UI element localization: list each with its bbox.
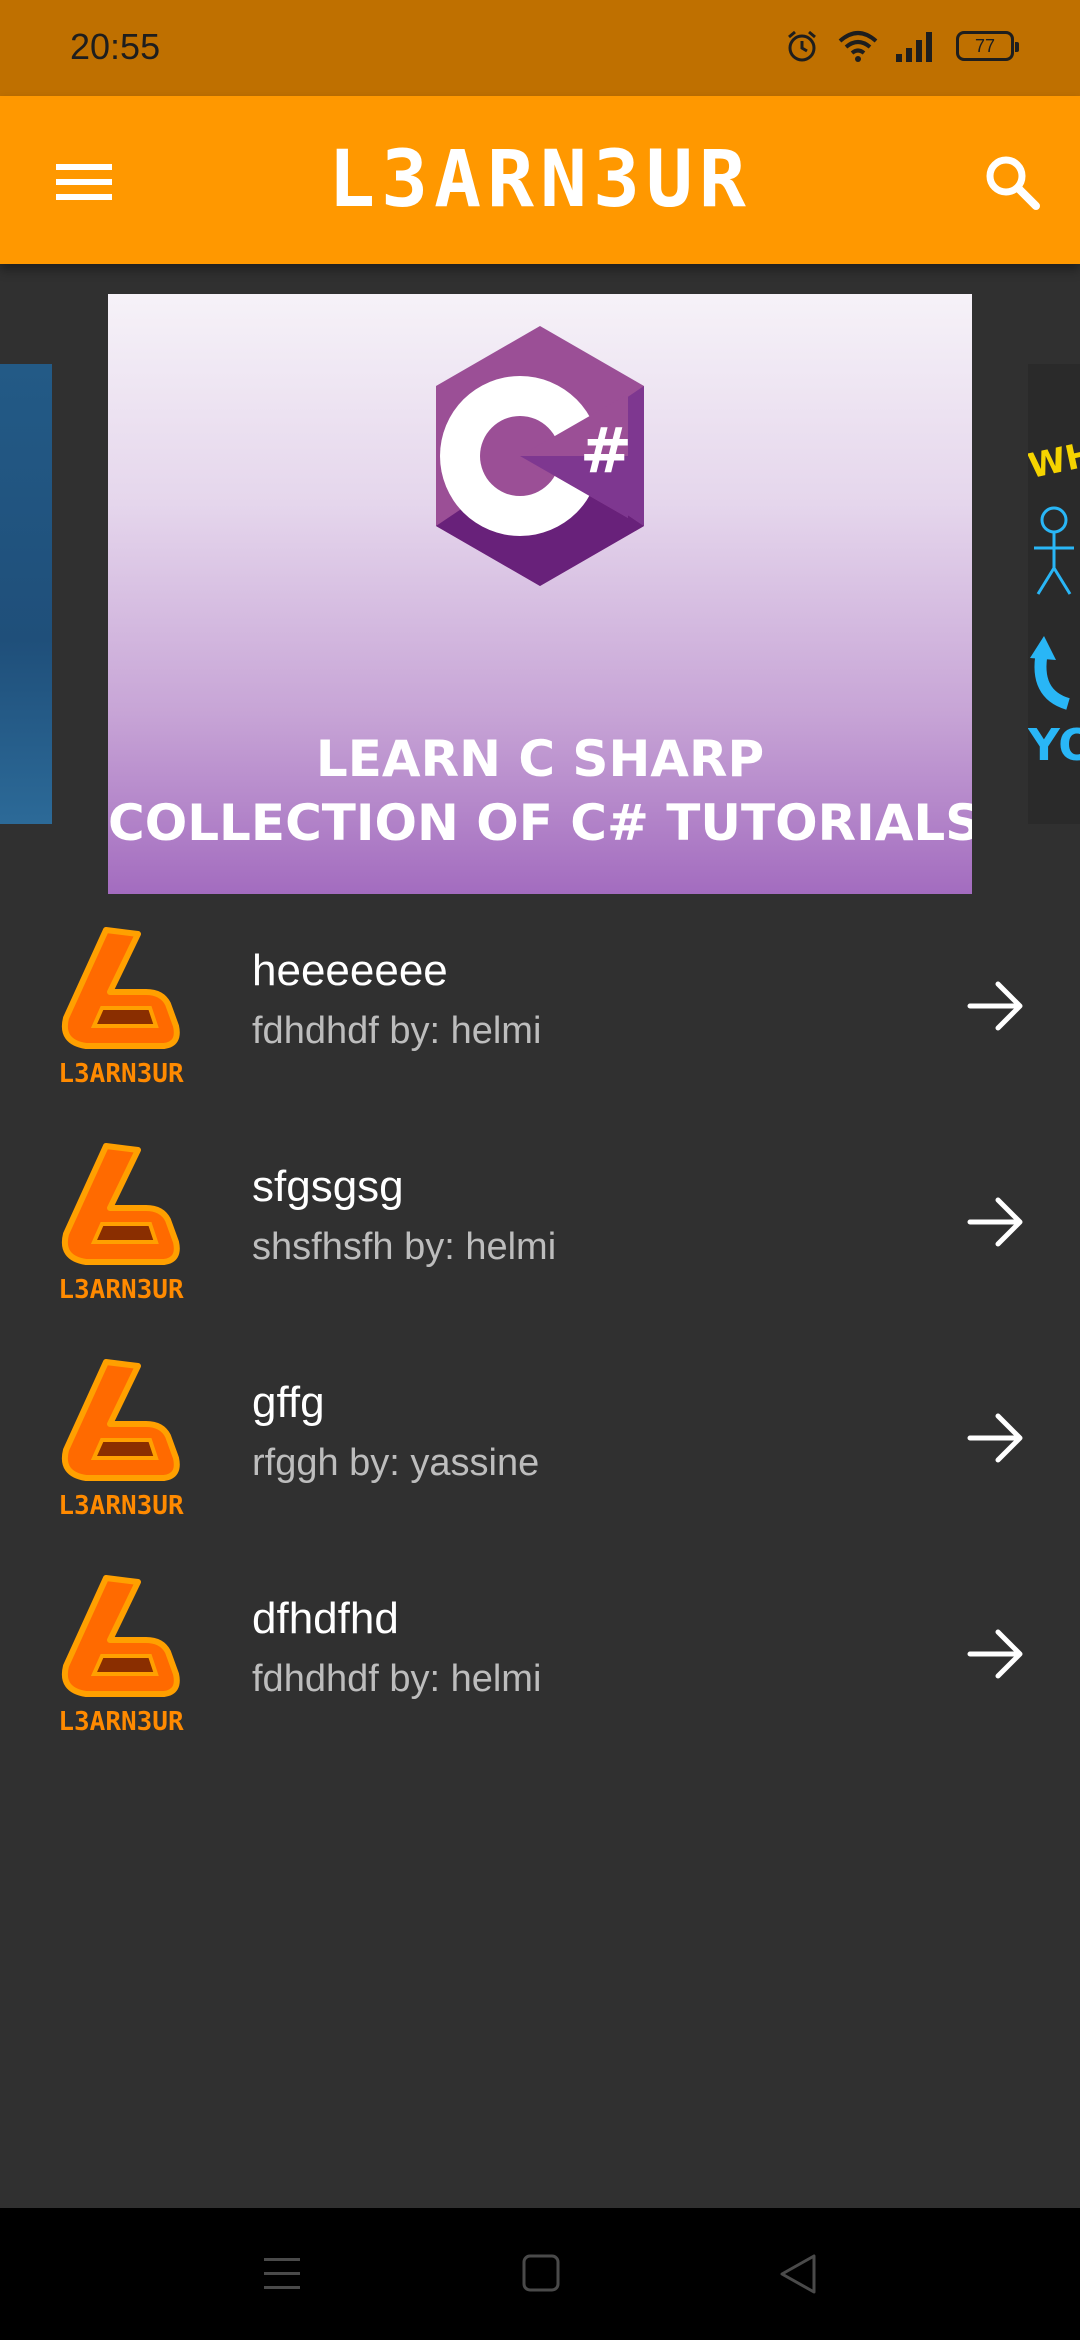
system-nav-bar <box>0 2208 1080 2340</box>
carousel-card-current[interactable]: # LEARN C SHARP COLLECTION OF C# TUTORIA… <box>108 294 972 894</box>
svg-text:L3ARN3UR: L3ARN3UR <box>58 1275 184 1305</box>
carousel-card-previous[interactable] <box>0 364 52 824</box>
search-button[interactable] <box>970 140 1054 224</box>
arrow-right-icon[interactable] <box>960 970 1032 1042</box>
list-item[interactable]: L3ARN3UR dfhdfhd fdhdhdf by: helmi <box>0 1548 1080 1764</box>
svg-text:#: # <box>580 414 632 487</box>
stick-figure-icon <box>1034 506 1074 595</box>
peek-text-top: WHY <box>1028 429 1080 487</box>
list-item[interactable]: L3ARN3UR sfgsgsg shsfhsfh by: helmi <box>0 1116 1080 1332</box>
course-list: L3ARN3UR heeeeeee fdhdhdf by: helmi L3AR… <box>0 900 1080 1764</box>
alarm-icon <box>788 30 816 62</box>
l3arn3ur-logo-icon: L3ARN3UR <box>58 927 184 1089</box>
list-item[interactable]: L3ARN3UR heeeeeee fdhdhdf by: helmi <box>0 900 1080 1116</box>
item-title: dfhdfhd <box>252 1594 399 1643</box>
l3arn3ur-logo-icon: L3ARN3UR <box>58 1575 184 1737</box>
home-icon[interactable] <box>508 2242 572 2306</box>
item-subtitle: rfggh by: yassine <box>252 1442 540 1484</box>
banner-subtitle: COLLECTION OF C# TUTORIALS <box>108 794 972 852</box>
curved-arrow-icon <box>1030 636 1071 710</box>
csharp-logo-icon: # <box>436 326 644 586</box>
status-bar: 20:55 77 <box>0 0 1080 96</box>
svg-text:L3ARN3UR: L3ARN3UR <box>58 1707 184 1737</box>
search-icon <box>986 156 1040 210</box>
item-title: heeeeeee <box>252 946 448 995</box>
banner-carousel[interactable]: # LEARN C SHARP COLLECTION OF C# TUTORIA… <box>0 294 1080 894</box>
menu-icon <box>56 164 112 200</box>
app-title: L3ARN3UR <box>328 135 752 225</box>
item-subtitle: shsfhsfh by: helmi <box>252 1226 557 1268</box>
l3arn3ur-logo-icon: L3ARN3UR <box>58 1359 184 1521</box>
status-icons: 77 <box>784 28 1019 64</box>
item-title: gffg <box>252 1378 325 1427</box>
arrow-right-icon[interactable] <box>960 1618 1032 1690</box>
arrow-right-icon[interactable] <box>960 1186 1032 1258</box>
recent-apps-icon[interactable] <box>250 2242 314 2306</box>
app-bar: L3ARN3UR <box>0 96 1080 264</box>
battery-icon: 77 <box>956 31 1019 61</box>
item-subtitle: fdhdhdf by: helmi <box>252 1658 542 1700</box>
menu-button[interactable] <box>42 140 126 224</box>
l3arn3ur-logo-icon: L3ARN3UR <box>58 1143 184 1305</box>
item-subtitle: fdhdhdf by: helmi <box>252 1010 542 1052</box>
svg-text:L3ARN3UR: L3ARN3UR <box>58 1059 184 1089</box>
wifi-icon <box>838 31 878 62</box>
back-icon[interactable] <box>766 2242 830 2306</box>
status-time: 20:55 <box>70 26 161 67</box>
peek-text-bottom: YO <box>1028 720 1080 771</box>
svg-text:L3ARN3UR: L3ARN3UR <box>58 1491 184 1521</box>
list-item[interactable]: L3ARN3UR gffg rfggh by: yassine <box>0 1332 1080 1548</box>
banner-title: LEARN C SHARP <box>315 730 765 788</box>
item-title: sfgsgsg <box>252 1162 404 1211</box>
carousel-card-next[interactable]: WHY YO <box>1028 364 1080 824</box>
signal-icon <box>896 32 932 62</box>
arrow-right-icon[interactable] <box>960 1402 1032 1474</box>
